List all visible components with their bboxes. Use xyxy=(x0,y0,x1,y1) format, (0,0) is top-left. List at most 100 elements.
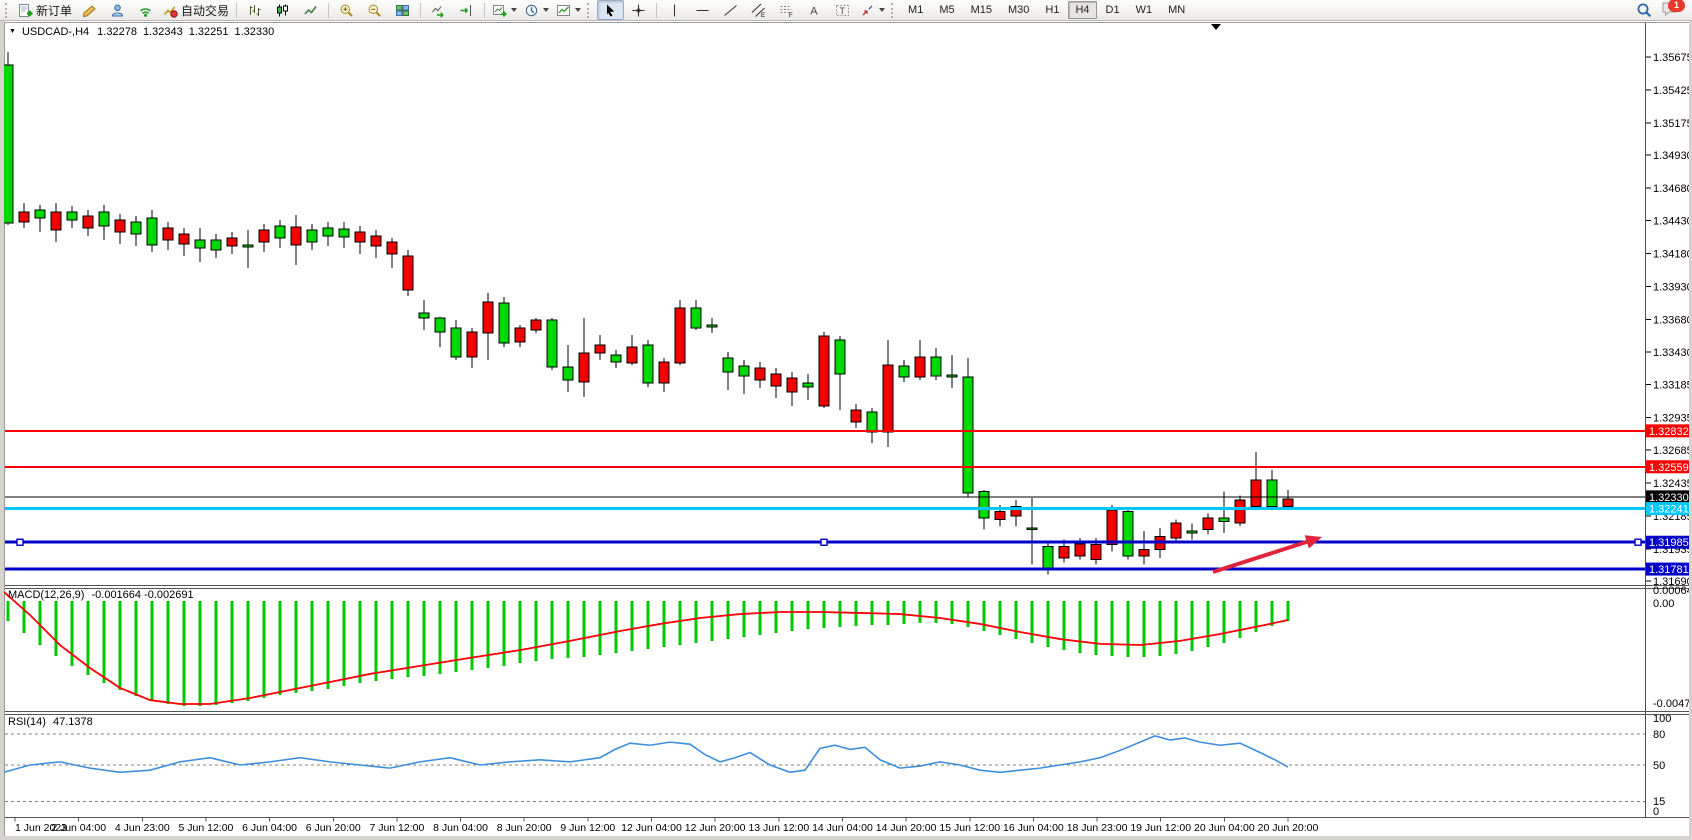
timeframe-button-M30[interactable]: M30 xyxy=(1001,1,1036,19)
line-chart-button[interactable] xyxy=(297,0,324,20)
price-badge-label: 1.32241 xyxy=(1649,504,1689,516)
zoom-out-icon xyxy=(367,3,382,18)
candle xyxy=(739,360,749,394)
zoom-in-button[interactable] xyxy=(333,0,360,20)
signals-button[interactable] xyxy=(132,0,159,20)
vertical-line-button[interactable] xyxy=(661,0,688,20)
time-tick-label: 14 Jun 20:00 xyxy=(876,822,937,834)
time-tick-label: 20 Jun 20:00 xyxy=(1258,822,1319,834)
dropdown-caret-icon xyxy=(543,8,549,12)
time-tick-label: 6 Jun 20:00 xyxy=(306,822,361,834)
metaeditor-button[interactable] xyxy=(76,0,103,20)
candle xyxy=(691,300,701,330)
community-button[interactable] xyxy=(104,0,131,20)
rsi-pane: 1008050150 xyxy=(4,713,1671,818)
rsi-axis-label: 0 xyxy=(1653,806,1659,818)
tr endline-button[interactable] xyxy=(717,0,744,20)
line-handle[interactable] xyxy=(1635,539,1641,545)
candle xyxy=(675,300,685,365)
autotrade-button[interactable]: 自动交易 xyxy=(160,0,232,20)
candlestick-chart-icon xyxy=(275,3,290,18)
line-chart-icon xyxy=(303,3,318,18)
template-dropdown[interactable] xyxy=(553,0,584,20)
dropdown-caret-icon xyxy=(575,8,581,12)
toolbar-gripper[interactable] xyxy=(891,3,896,18)
timeframe-button-D1[interactable]: D1 xyxy=(1099,1,1127,19)
main-toolbar: 新订单 自动交易 xyxy=(0,0,1692,21)
candle xyxy=(115,214,125,244)
chart-shift-button[interactable] xyxy=(453,0,480,20)
symbol-dropdown-icon[interactable]: ▼ xyxy=(9,27,16,37)
price-tick-label: 1.33430 xyxy=(1653,347,1692,359)
tile-windows-button[interactable] xyxy=(389,0,416,20)
price-badge-label: 1.31781 xyxy=(1649,564,1689,576)
zoom-out-button[interactable] xyxy=(361,0,388,20)
time-tick-label: 8 Jun 04:00 xyxy=(433,822,488,834)
time-tick-label: 7 Jun 12:00 xyxy=(369,822,424,834)
candle xyxy=(435,317,445,347)
new-order-button[interactable]: 新订单 xyxy=(15,0,75,20)
candle xyxy=(19,203,29,228)
timeframe-button-H1[interactable]: H1 xyxy=(1038,1,1066,19)
price-tick-label: 1.33185 xyxy=(1653,379,1692,391)
candle xyxy=(1219,492,1229,533)
autotrade-label: 自动交易 xyxy=(181,2,229,19)
candle xyxy=(211,234,221,258)
toolbar-separator xyxy=(328,3,329,18)
crosshair-button[interactable] xyxy=(625,0,652,20)
zoom-in-icon xyxy=(339,3,354,18)
timeframe-button-H4[interactable]: H4 xyxy=(1068,1,1096,19)
candle xyxy=(419,300,429,330)
timeframe-button-W1[interactable]: W1 xyxy=(1129,1,1160,19)
candle xyxy=(131,216,141,246)
text-label-button[interactable]: T xyxy=(829,0,856,20)
toolbar-gripper[interactable] xyxy=(587,3,592,18)
clock-icon xyxy=(524,3,539,18)
toolbar-separator xyxy=(484,3,485,18)
horizontal-line-icon xyxy=(695,3,710,18)
toolbar-separator xyxy=(656,3,657,18)
fibonacci-button[interactable]: F xyxy=(773,0,800,20)
timeframe-button-M15[interactable]: M15 xyxy=(964,1,999,19)
candle xyxy=(1139,531,1149,565)
candle xyxy=(403,250,413,296)
price-tick-label: 1.32435 xyxy=(1653,478,1692,490)
text-button[interactable]: A xyxy=(801,0,828,20)
timeframe-button-M1[interactable]: M1 xyxy=(901,1,930,19)
timeframe-button-MN[interactable]: MN xyxy=(1161,1,1192,19)
macd-axis-label: -0.004708 xyxy=(1653,698,1692,710)
notifications-button[interactable]: 1 xyxy=(1661,1,1681,19)
new-order-icon xyxy=(18,3,33,18)
svg-text:F: F xyxy=(789,13,793,18)
time-tick-label: 5 Jun 12:00 xyxy=(179,822,234,834)
candle xyxy=(1203,514,1213,534)
toolbar-gripper[interactable] xyxy=(5,3,10,18)
candle xyxy=(355,226,365,254)
candle xyxy=(659,358,669,392)
period-dropdown[interactable] xyxy=(521,0,552,20)
search-icon[interactable] xyxy=(1636,2,1653,19)
candle xyxy=(51,203,61,242)
cursor-button[interactable] xyxy=(597,0,624,20)
new-chart-dropdown[interactable] xyxy=(489,0,520,20)
price-tick-label: 1.34680 xyxy=(1653,183,1692,195)
horizontal-line-button[interactable] xyxy=(689,0,716,20)
rsi-name: RSI(14) xyxy=(8,716,46,728)
ohlc-open: 1.32278 xyxy=(97,26,137,38)
line-handle[interactable] xyxy=(17,539,23,545)
candlestick-chart-button[interactable] xyxy=(269,0,296,20)
bars-chart-button[interactable] xyxy=(241,0,268,20)
fibonacci-icon: F xyxy=(779,3,794,18)
chart-shift-marker[interactable] xyxy=(1211,24,1221,30)
auto-scroll-button[interactable] xyxy=(425,0,452,20)
candle xyxy=(899,360,909,382)
autotrade-icon xyxy=(163,3,178,18)
candle xyxy=(323,222,333,246)
line-handle[interactable] xyxy=(821,539,827,545)
arrows-dropdown[interactable] xyxy=(857,0,888,20)
timeframe-button-M5[interactable]: M5 xyxy=(932,1,961,19)
equidistant-channel-button[interactable]: E xyxy=(745,0,772,20)
candle xyxy=(275,220,285,248)
rsi-indicator-label: RSI(14) 47.1378 xyxy=(8,716,93,728)
notification-badge: 1 xyxy=(1668,0,1685,12)
